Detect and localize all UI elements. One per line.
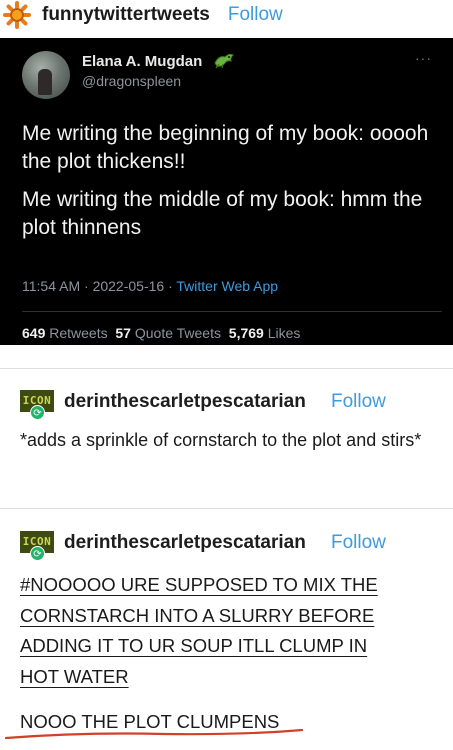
post-tags: #NOOOOO URE SUPPOSED TO MIX THE CORNSTAR… <box>20 570 440 692</box>
post-username[interactable]: derinthescarletpescatarian <box>64 532 306 554</box>
tag-line[interactable]: #NOOOOO URE SUPPOSED TO MIX THE <box>20 570 440 601</box>
retweets-label[interactable]: Retweets <box>49 325 107 341</box>
sunflower-icon[interactable] <box>2 1 32 29</box>
meta-separator: · <box>168 278 173 294</box>
tag-line[interactable]: HOT WATER <box>20 662 440 693</box>
reblog-icon: ⟳ <box>30 405 45 420</box>
tag-line[interactable]: CORNSTARCH INTO A SLURRY BEFORE <box>20 601 440 632</box>
tweet-divider <box>22 311 442 312</box>
likes-count: 5,769 <box>228 325 264 341</box>
post-header: funnytwittertweets Follow <box>0 0 453 30</box>
tag-line[interactable]: ADDING IT TO UR SOUP ITLL CLUMP IN <box>20 631 440 662</box>
divider <box>0 508 453 509</box>
meta-separator: · <box>84 278 89 294</box>
post-text: *adds a sprinkle of cornstarch to the pl… <box>20 430 422 450</box>
tweet-line-2: Me writing the middle of my book: hmm th… <box>22 188 423 239</box>
more-options-icon[interactable]: ··· <box>415 50 432 66</box>
dragon-emoji-icon <box>214 53 234 69</box>
follow-button[interactable]: Follow <box>331 532 386 554</box>
tweet-handle: @dragonspleen <box>82 73 182 89</box>
reblog-post-2: ICON ⟳ derinthescarletpescatarian Follow… <box>0 520 453 750</box>
quote-tweets-label[interactable]: Quote Tweets <box>135 325 221 341</box>
quote-tweets-count: 57 <box>115 325 131 341</box>
follow-button[interactable]: Follow <box>228 4 283 26</box>
follow-button[interactable]: Follow <box>331 391 386 413</box>
tweet-line-1: Me writing the beginning of my book: ooo… <box>22 122 429 173</box>
divider <box>0 368 453 369</box>
reblog-icon: ⟳ <box>30 546 45 561</box>
user-avatar[interactable]: ICON ⟳ <box>20 390 54 420</box>
tweet-body: Me writing the beginning of my book: ooo… <box>22 120 442 252</box>
post-username[interactable]: derinthescarletpescatarian <box>64 391 306 413</box>
likes-label[interactable]: Likes <box>268 325 301 341</box>
tweet-screenshot: Elana A. Mugdan @dragonspleen ··· Me wri… <box>0 38 453 345</box>
tweet-stats: 649 Retweets 57 Quote Tweets 5,769 Likes <box>22 325 300 341</box>
tweet-author-name: Elana A. Mugdan <box>82 53 203 70</box>
tweet-avatar <box>22 51 70 99</box>
tweet-app-link[interactable]: Twitter Web App <box>176 278 278 294</box>
red-annotation-underline <box>4 728 304 740</box>
tweet-date: 2022-05-16 <box>92 278 165 294</box>
tweet-time: 11:54 AM <box>22 278 81 294</box>
retweets-count: 649 <box>22 325 46 341</box>
tweet-meta: 11:54 AM · 2022-05-16 · Twitter Web App <box>22 278 278 294</box>
user-avatar[interactable]: ICON ⟳ <box>20 531 54 561</box>
reblog-post-1: ICON ⟳ derinthescarletpescatarian Follow… <box>0 380 453 500</box>
header-username[interactable]: funnytwittertweets <box>42 4 210 26</box>
